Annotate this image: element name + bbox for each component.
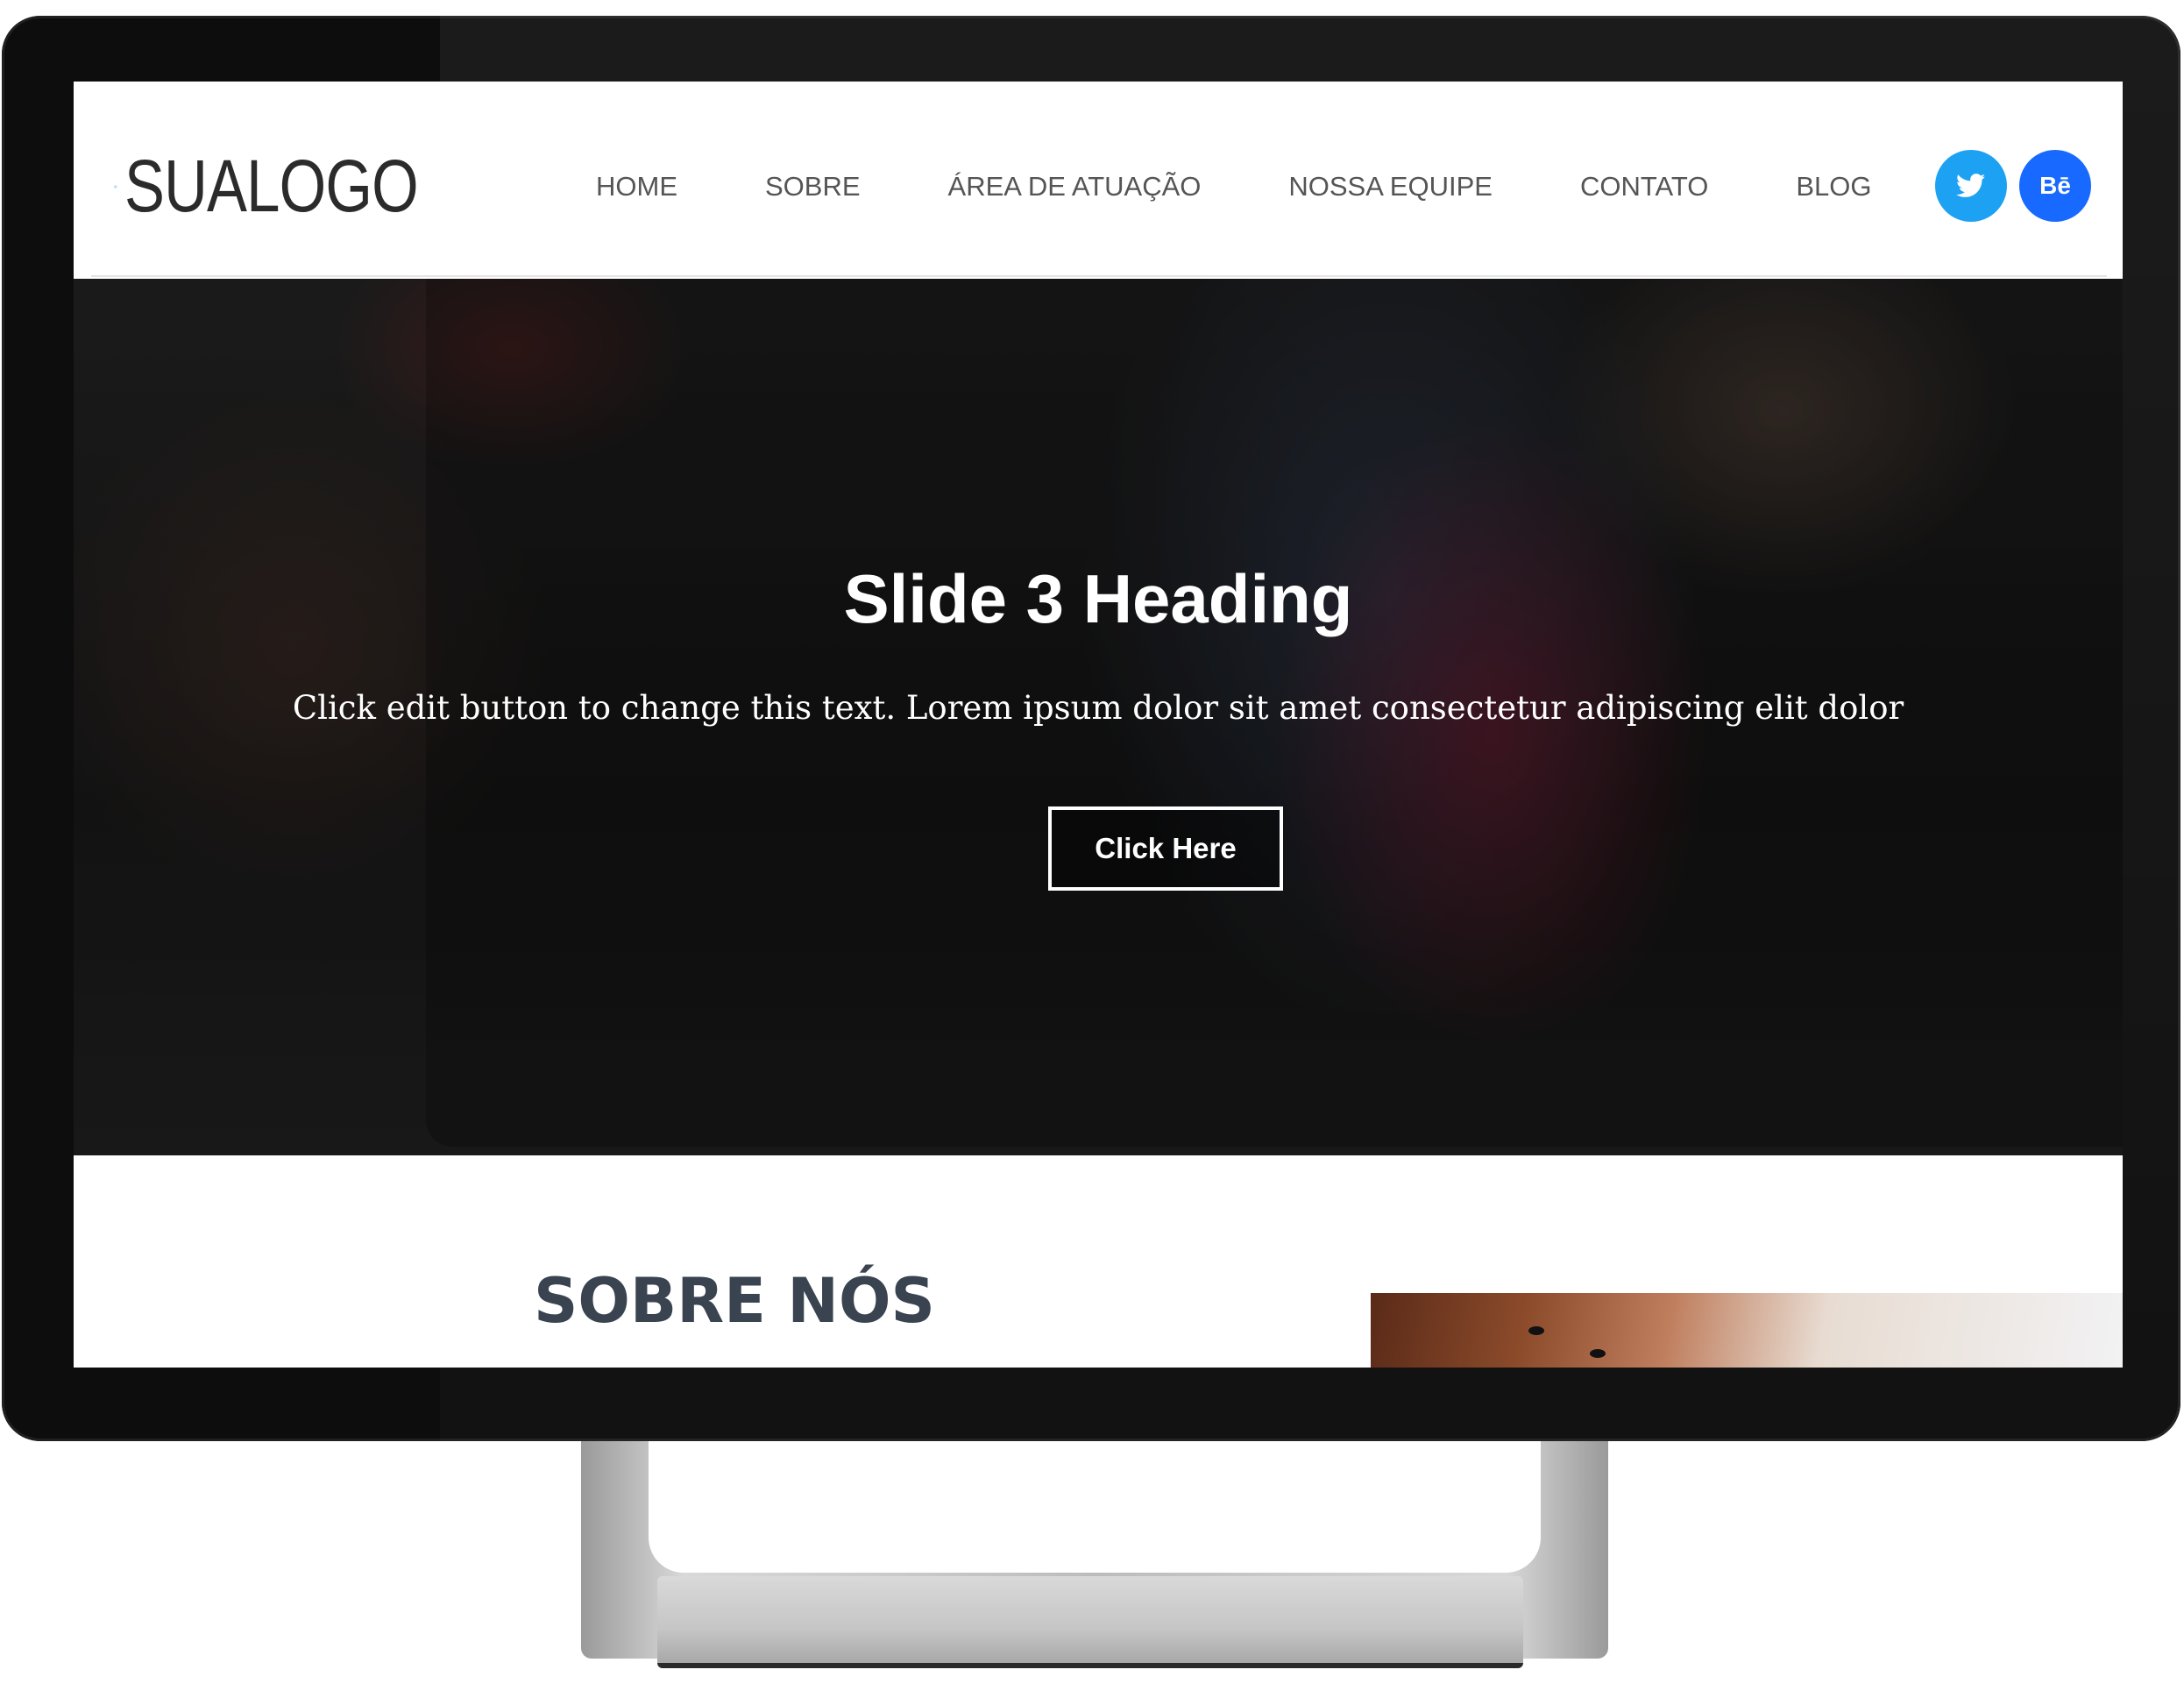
monitor-stand-base bbox=[657, 1576, 1523, 1668]
behance-icon: Bē bbox=[2039, 172, 2071, 199]
nav-item-blog[interactable]: BLOG bbox=[1796, 171, 1871, 202]
layers-icon bbox=[114, 185, 117, 188]
about-image bbox=[1371, 1293, 2123, 1368]
hero-text: Click edit button to change this text. L… bbox=[292, 689, 1904, 727]
social-links: Bē bbox=[1935, 150, 2091, 222]
hero-heading: Slide 3 Heading bbox=[843, 560, 1353, 637]
nav-item-contato[interactable]: CONTATO bbox=[1580, 171, 1708, 202]
hero-cta-button[interactable]: Click Here bbox=[1048, 806, 1283, 891]
nav-item-nossa-equipe[interactable]: NOSSA EQUIPE bbox=[1288, 171, 1493, 202]
screen: SUALOGO HOME SOBRE ÁREA DE ATUAÇÃO NOSSA… bbox=[74, 82, 2123, 1368]
nav-item-sobre[interactable]: SOBRE bbox=[765, 171, 861, 202]
logo[interactable]: SUALOGO bbox=[114, 144, 482, 229]
monitor-stand-gap bbox=[649, 1441, 1541, 1573]
main-nav: HOME SOBRE ÁREA DE ATUAÇÃO NOSSA EQUIPE … bbox=[596, 171, 1960, 202]
hero-slider: Slide 3 Heading Click edit button to cha… bbox=[74, 279, 2123, 1155]
ceiling-light bbox=[1528, 1326, 1544, 1335]
logo-text: SUALOGO bbox=[124, 145, 419, 227]
about-title: SOBRE NÓS bbox=[534, 1265, 935, 1337]
nav-item-area-de-atuacao[interactable]: ÁREA DE ATUAÇÃO bbox=[948, 171, 1202, 202]
ceiling-light bbox=[1590, 1349, 1606, 1358]
twitter-button[interactable] bbox=[1935, 150, 2007, 222]
twitter-icon bbox=[1956, 174, 1986, 197]
nav-item-home[interactable]: HOME bbox=[596, 171, 677, 202]
monitor-frame: SUALOGO HOME SOBRE ÁREA DE ATUAÇÃO NOSSA… bbox=[2, 16, 2180, 1441]
site-header: SUALOGO HOME SOBRE ÁREA DE ATUAÇÃO NOSSA… bbox=[91, 97, 2107, 277]
behance-button[interactable]: Bē bbox=[2019, 150, 2091, 222]
